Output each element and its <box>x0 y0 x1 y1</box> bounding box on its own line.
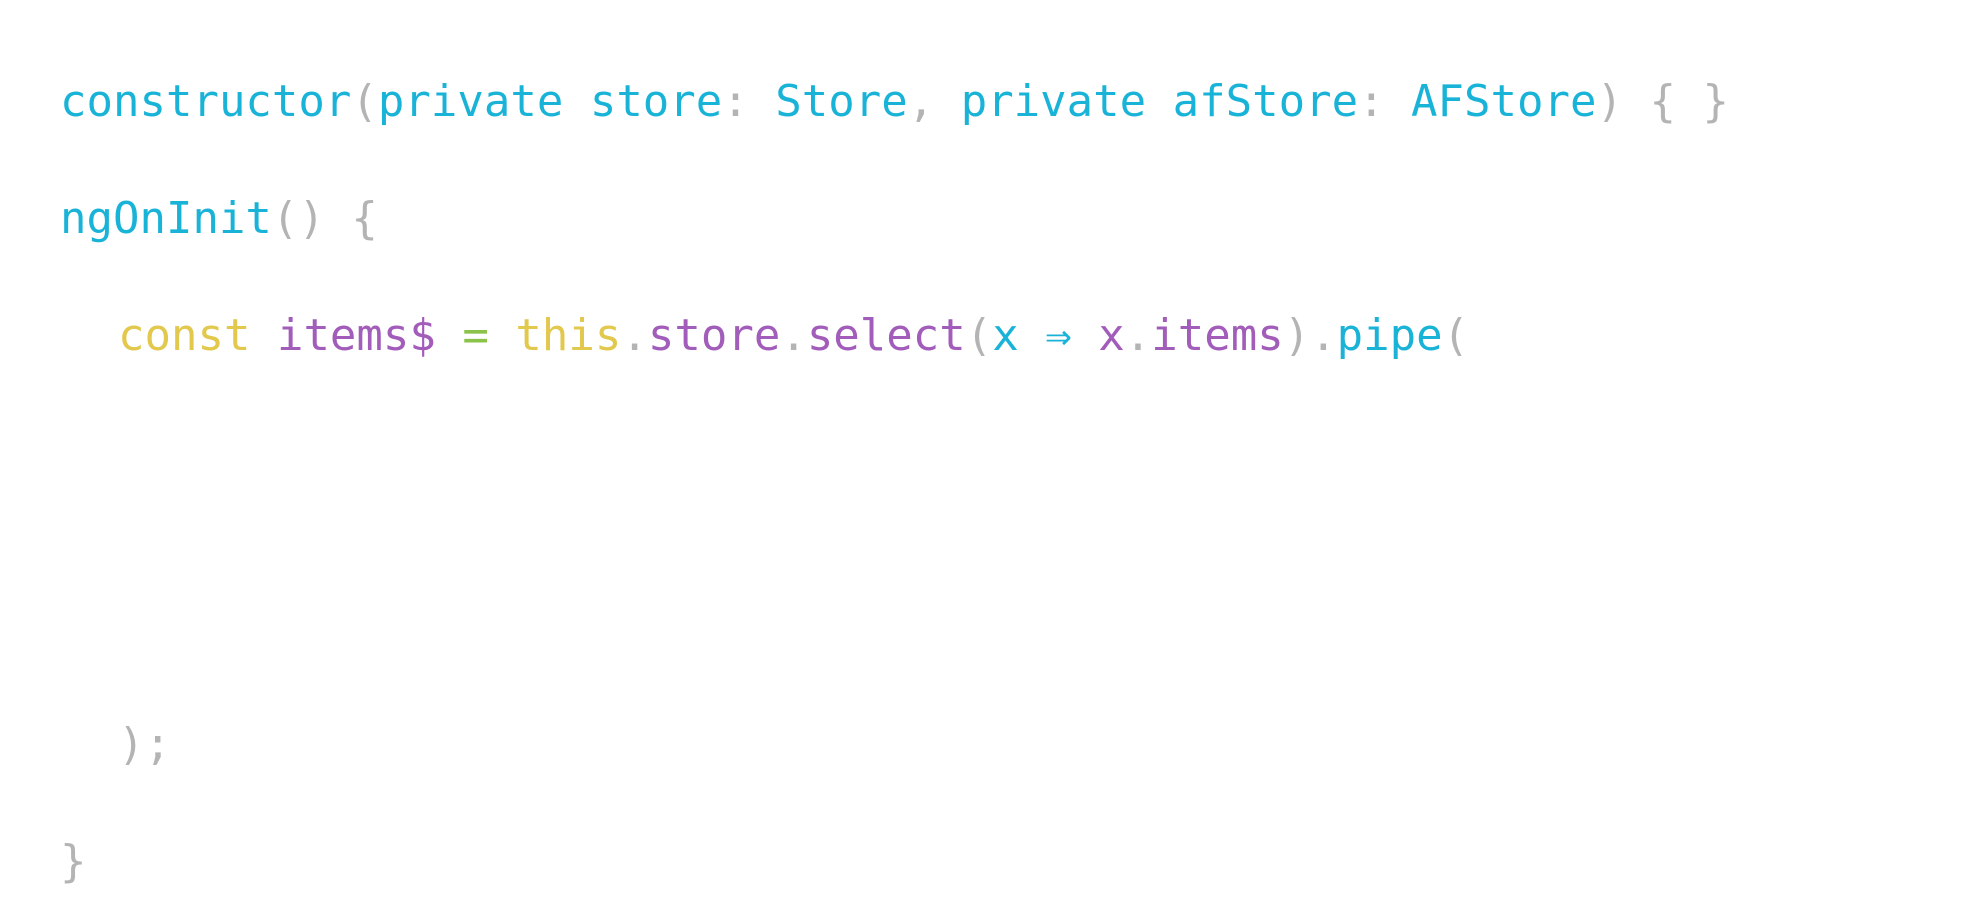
code-token: , <box>907 76 961 127</box>
code-token: . <box>621 310 648 361</box>
code-token: private store <box>377 76 723 127</box>
code-token: ( <box>965 310 993 361</box>
code-token: : <box>1358 76 1412 127</box>
code-token: pipe <box>1336 310 1443 361</box>
code-token: Store <box>775 76 908 127</box>
code-token: private afStore <box>960 76 1359 127</box>
code-token: . <box>780 310 807 361</box>
code-token: store <box>647 310 781 361</box>
code-token: x ⇒ <box>992 310 1099 361</box>
code-token: : <box>722 76 776 127</box>
code-token: const <box>118 310 277 361</box>
code-token: ( <box>1442 310 1470 361</box>
code-token: . <box>1124 310 1152 361</box>
code-token: } <box>60 836 87 887</box>
code-token: ( <box>351 76 378 127</box>
code-token: select <box>806 310 966 361</box>
code-token: ) { } <box>1596 76 1729 127</box>
code-token: () { <box>271 193 378 244</box>
code-token: this <box>515 310 622 361</box>
code-token: ); <box>118 719 171 770</box>
code-line-constructor: constructor(private store: Store, privat… <box>60 72 1729 132</box>
code-line-close-brace: } <box>60 832 87 892</box>
code-token: constructor <box>60 76 352 127</box>
code-editor: constructor(private store: Store, privat… <box>0 0 1980 900</box>
code-line-close-pipe: ); <box>60 715 171 775</box>
code-token: items$ <box>276 310 436 361</box>
code-token: x <box>1098 310 1125 361</box>
code-line-items-select: const items$ = this.store.select(x ⇒ x.i… <box>60 306 1469 366</box>
code-token: items <box>1151 310 1284 361</box>
code-token: ngOnInit <box>60 193 272 244</box>
code-token: = <box>435 310 516 361</box>
code-token: AFStore <box>1411 76 1597 127</box>
code-token: ). <box>1283 310 1337 361</box>
code-line-ngoninit: ngOnInit() { <box>60 189 378 249</box>
